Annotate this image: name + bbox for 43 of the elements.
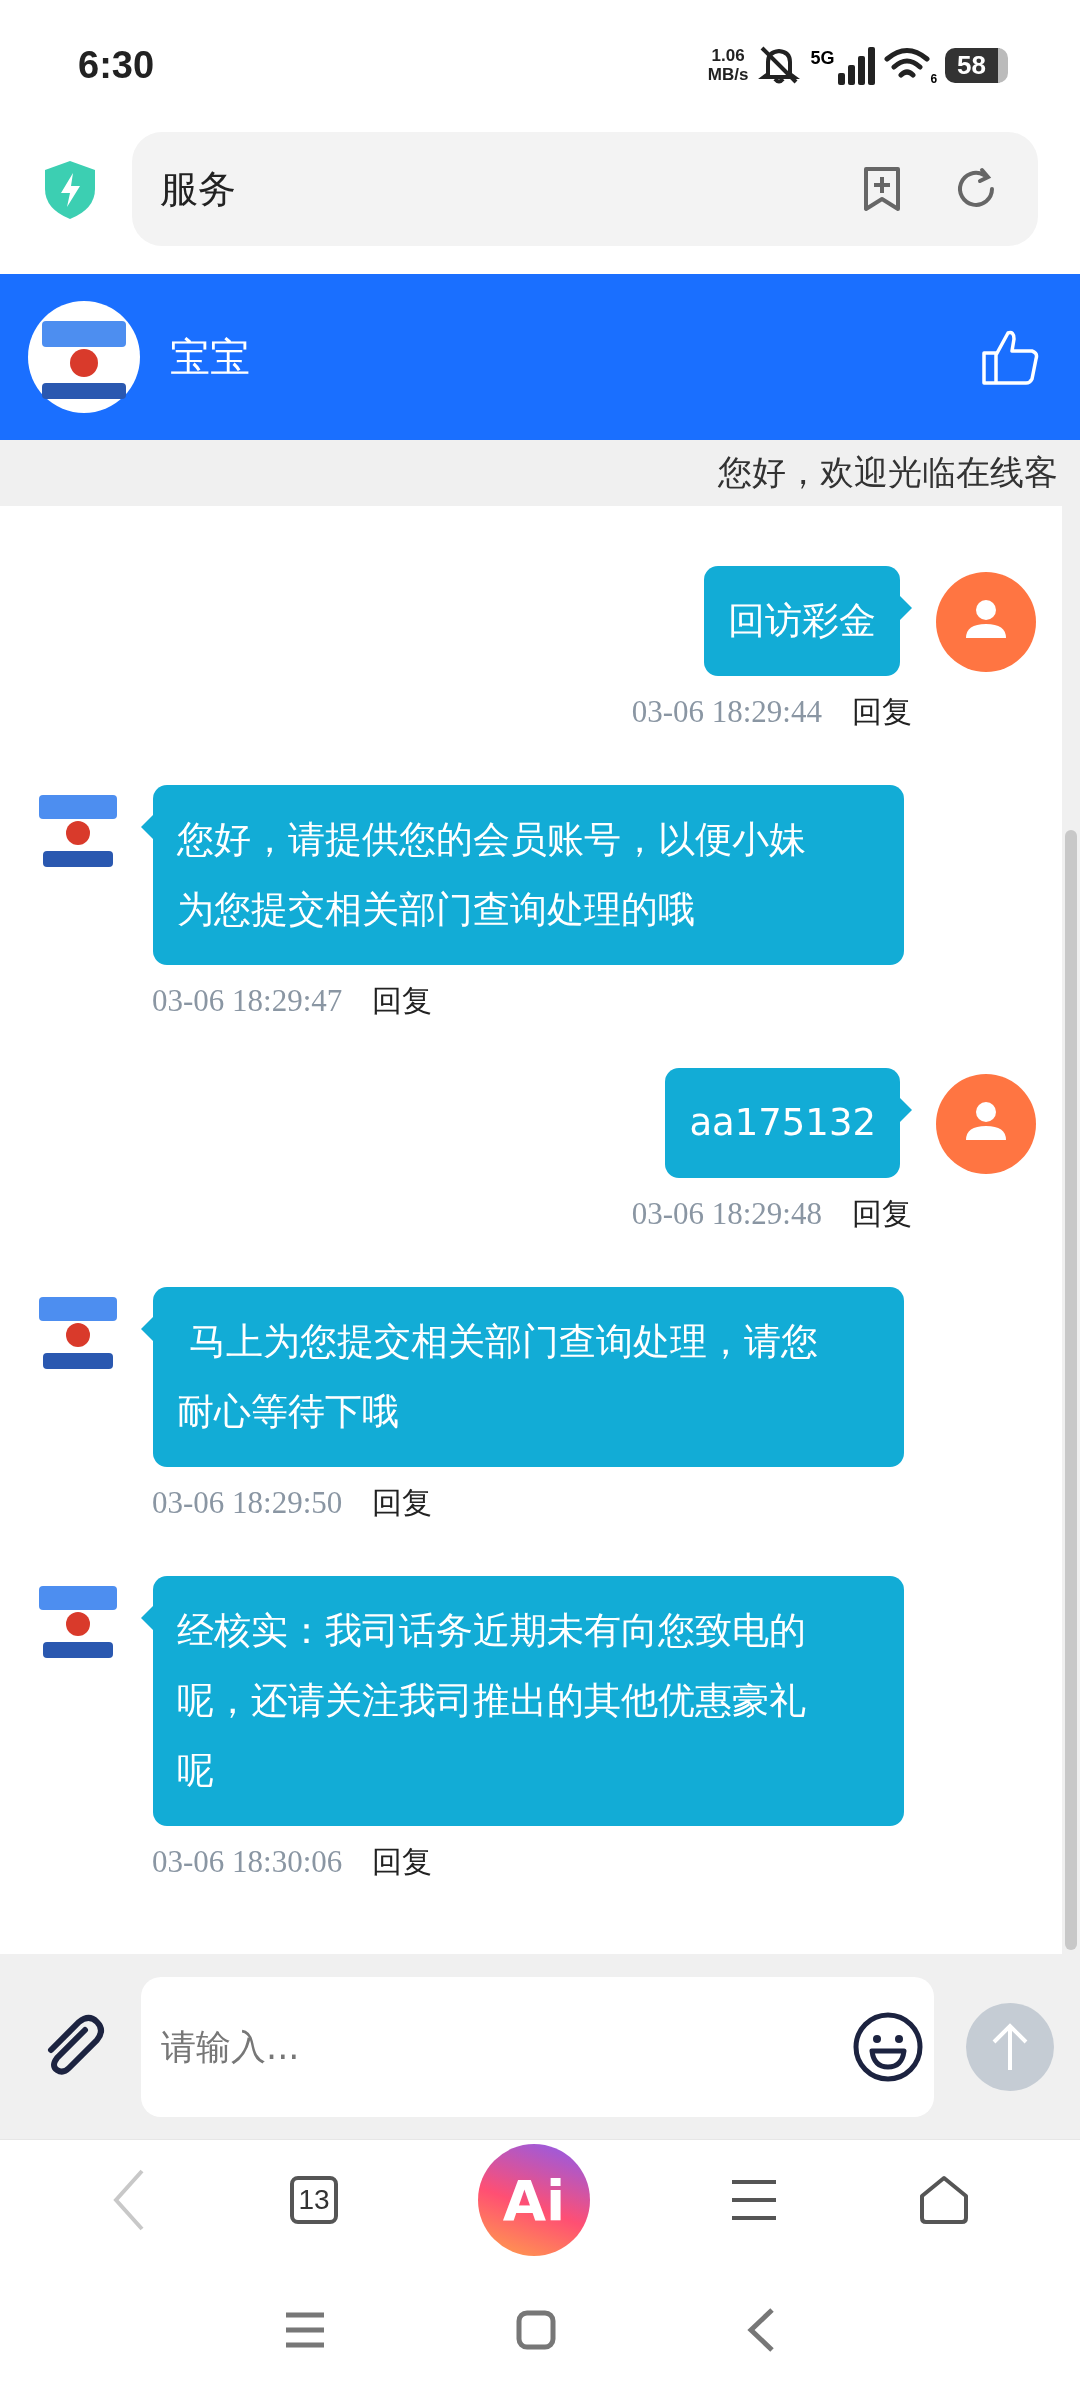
bubble-tail <box>141 1317 153 1341</box>
home-icon[interactable] <box>918 2174 970 2226</box>
wifi-label: 6 <box>930 72 938 86</box>
message-time: 03-06 18:30:06 <box>152 1844 343 1880</box>
bubble-tail <box>141 815 153 839</box>
chat-title: 宝宝 <box>170 332 251 382</box>
status-time: 6:30 <box>78 43 155 87</box>
received-message-bubble: 马上为您提交相关部门查询处理，请您耐心等待下哦 <box>153 1287 904 1467</box>
network-speed-value: 1.06 <box>711 46 745 65</box>
menu-icon[interactable] <box>730 2178 778 2222</box>
sent-message-bubble: 回访彩金 <box>704 566 900 676</box>
user-avatar-icon <box>936 1074 1036 1174</box>
bubble-tail <box>141 1606 153 1630</box>
message-time: 03-06 18:29:44 <box>631 694 822 730</box>
message-time: 03-06 18:29:50 <box>152 1485 343 1521</box>
home-icon[interactable] <box>516 2310 556 2350</box>
sent-message-bubble: aa175132 <box>665 1068 900 1178</box>
bubble-tail <box>900 1098 912 1122</box>
message-input[interactable]: 请输入... <box>159 2025 852 2068</box>
back-icon[interactable] <box>746 2307 776 2353</box>
received-message-bubble: 您好，请提供您的会员账号，以便小妹为您提交相关部门查询处理的哦 <box>153 785 904 965</box>
user-avatar-icon <box>936 572 1036 672</box>
reply-link[interactable]: 回复 <box>852 692 912 733</box>
battery-indicator: 58 <box>945 47 1008 83</box>
reply-link[interactable]: 回复 <box>372 1842 433 1883</box>
bubble-tail <box>900 596 912 620</box>
message-time: 03-06 18:29:47 <box>152 983 343 1019</box>
network-type: 5G <box>810 48 835 69</box>
reply-link[interactable]: 回复 <box>372 981 433 1022</box>
message-field[interactable]: 请输入... <box>141 1976 934 2117</box>
network-speed-unit: MB/s <box>707 65 749 84</box>
reply-link[interactable]: 回复 <box>372 1483 433 1524</box>
scrollbar[interactable] <box>1065 830 1077 1950</box>
tabs-button[interactable]: 13 <box>290 2176 338 2224</box>
recent-apps-icon[interactable] <box>284 2311 326 2349</box>
arrow-up-icon <box>990 2021 1030 2072</box>
reply-link[interactable]: 回复 <box>852 1194 912 1235</box>
emoji-icon[interactable] <box>852 2010 924 2083</box>
received-message-bubble: 经核实：我司话务近期未有向您致电的呢，还请关注我司推出的其他优惠豪礼呢 <box>153 1576 904 1826</box>
address-bar[interactable]: 服务 <box>132 132 1038 246</box>
notice-text: 您好，欢迎光临在线客 <box>718 451 1058 494</box>
signal-icon <box>836 45 877 85</box>
message-time: 03-06 18:29:48 <box>631 1196 822 1232</box>
